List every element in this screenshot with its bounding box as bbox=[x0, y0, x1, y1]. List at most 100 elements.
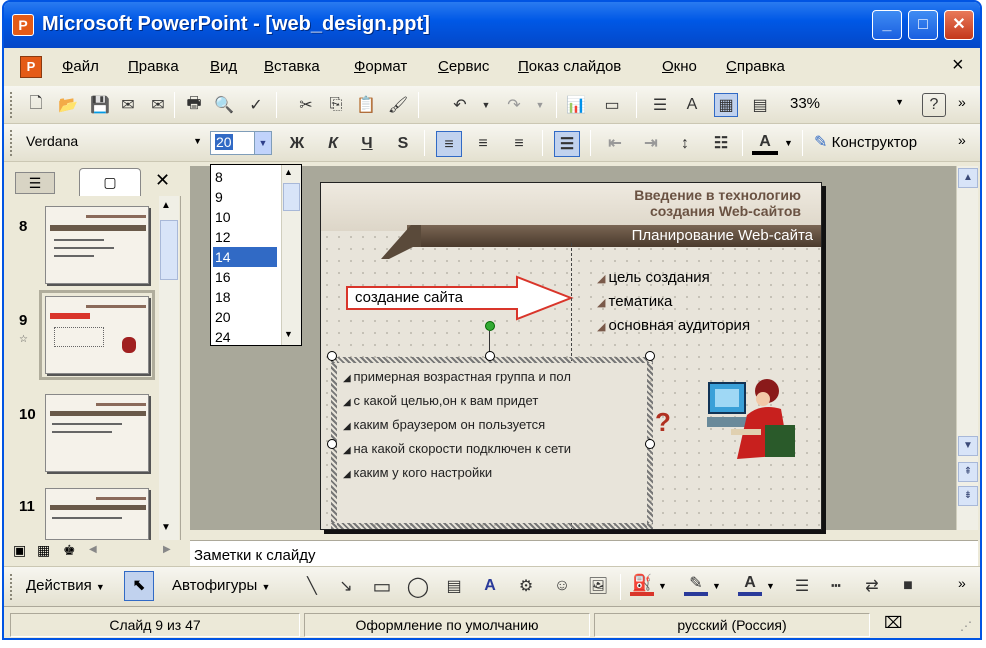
diagram-icon[interactable]: ⚙ bbox=[514, 574, 538, 598]
spelling-icon[interactable]: ✓ bbox=[244, 93, 268, 117]
arrow-tool-icon[interactable]: ↘ bbox=[334, 574, 358, 598]
scroll-up-icon[interactable]: ▲ bbox=[284, 167, 293, 177]
toolbar-grip[interactable] bbox=[10, 92, 14, 118]
menu-slideshow[interactable]: Показ слайдов bbox=[518, 58, 621, 75]
expand-all-icon[interactable]: ☰ bbox=[648, 93, 672, 117]
undo-dropdown-icon[interactable]: ▼ bbox=[474, 93, 498, 117]
actions-menu[interactable]: Действия ▼ bbox=[26, 577, 105, 594]
scroll-right-icon[interactable]: ▶ bbox=[163, 544, 171, 555]
line-style-icon[interactable]: ☰ bbox=[790, 574, 814, 598]
redo-icon[interactable]: ↷ bbox=[502, 93, 526, 117]
font-size-option[interactable]: 20 bbox=[213, 307, 277, 327]
menu-tools[interactable]: Сервис bbox=[438, 58, 489, 75]
scroll-up-icon[interactable]: ▲ bbox=[161, 200, 171, 211]
slides-tab[interactable]: ▢ bbox=[79, 168, 141, 196]
font-color-dropdown-icon[interactable]: ▼ bbox=[784, 138, 793, 148]
align-right-button[interactable]: ≡ bbox=[506, 131, 532, 157]
dropdown-scrollbar[interactable]: ▲ ▼ bbox=[281, 165, 301, 345]
open-folder-icon[interactable]: 📂 bbox=[56, 93, 80, 117]
font-size-option[interactable]: 12 bbox=[213, 227, 277, 247]
outline-tab[interactable]: ☰ bbox=[15, 172, 55, 194]
designer-button[interactable]: ✎ Конструктор bbox=[814, 132, 917, 156]
save-icon[interactable]: 💾 bbox=[88, 93, 112, 117]
next-slide-button[interactable]: ⇟ bbox=[958, 486, 978, 506]
scroll-down-icon[interactable]: ▼ bbox=[284, 329, 293, 339]
paste-icon[interactable]: 📋 bbox=[354, 93, 378, 117]
help-icon[interactable]: ? bbox=[922, 93, 946, 117]
rectangle-tool-icon[interactable]: ▭ bbox=[370, 574, 394, 598]
font-size-combo[interactable]: 20 ▼ bbox=[210, 131, 272, 155]
scroll-thumb[interactable] bbox=[160, 220, 178, 280]
toolbar-options-icon[interactable]: » bbox=[958, 575, 966, 591]
font-size-option[interactable]: 18 bbox=[213, 287, 277, 307]
align-left-button[interactable]: ≡ bbox=[436, 131, 462, 157]
shadow-button[interactable]: S bbox=[390, 131, 416, 157]
clipart-icon[interactable]: ☺ bbox=[550, 574, 574, 598]
font-name-combo[interactable]: Verdana ▼ bbox=[22, 131, 206, 155]
print-icon[interactable]: 🖶 bbox=[182, 93, 206, 117]
menu-insert[interactable]: Вставка bbox=[264, 58, 320, 75]
copy-icon[interactable]: ⎘ bbox=[324, 93, 348, 117]
increase-indent-icon[interactable]: ⇥ bbox=[638, 131, 664, 157]
cut-icon[interactable]: ✂ bbox=[294, 93, 318, 117]
slide-canvas[interactable]: Введение в технологию создания Web-сайто… bbox=[320, 182, 822, 530]
bullets-button[interactable]: ☰ bbox=[554, 131, 580, 157]
undo-icon[interactable]: ↶ bbox=[448, 93, 472, 117]
slideshow-icon[interactable]: ♚ bbox=[63, 542, 76, 559]
font-size-dropdown[interactable]: 8 9 10 12 14 16 18 20 24 ▲ ▼ bbox=[210, 164, 302, 346]
status-design-template[interactable]: Оформление по умолчанию bbox=[304, 613, 590, 637]
maximize-button[interactable]: □ bbox=[908, 10, 938, 40]
textbox-tool-icon[interactable]: ▤ bbox=[442, 574, 466, 598]
font-size-option[interactable]: 16 bbox=[213, 267, 277, 287]
align-center-button[interactable]: ≡ bbox=[470, 131, 496, 157]
wordart-icon[interactable]: A bbox=[478, 574, 502, 598]
arrow-style-icon[interactable]: ⇄ bbox=[860, 574, 884, 598]
font-size-option[interactable]: 10 bbox=[213, 207, 277, 227]
autoshapes-menu[interactable]: Автофигуры ▼ bbox=[172, 577, 270, 594]
scroll-thumb[interactable] bbox=[283, 183, 300, 211]
scroll-left-icon[interactable]: ◀ bbox=[89, 544, 97, 555]
close-panel-icon[interactable]: ✕ bbox=[155, 170, 170, 191]
slide-thumbnail-9[interactable] bbox=[39, 290, 155, 380]
resize-grip-icon[interactable]: ⋰ bbox=[960, 619, 972, 633]
minimize-button[interactable]: _ bbox=[872, 10, 902, 40]
workarea-scrollbar[interactable]: ▲ ▼ ⇞ ⇟ bbox=[956, 166, 978, 530]
underline-button[interactable]: Ч bbox=[354, 131, 380, 157]
italic-button[interactable]: К bbox=[320, 131, 346, 157]
insert-chart-icon[interactable]: 📊 bbox=[564, 93, 588, 117]
decrease-indent-icon[interactable]: ⇤ bbox=[602, 131, 628, 157]
slide-thumbnail-10[interactable] bbox=[45, 394, 149, 472]
insert-picture-icon[interactable]: 🖼 bbox=[586, 574, 610, 598]
new-document-icon[interactable]: 🗋 bbox=[24, 93, 48, 117]
font-size-option[interactable]: 8 bbox=[213, 167, 277, 187]
toolbar-options-icon[interactable]: » bbox=[958, 132, 966, 148]
permission-icon[interactable]: ✉ bbox=[116, 93, 140, 117]
menu-format[interactable]: Формат bbox=[354, 58, 407, 75]
color-grayscale-icon[interactable]: ▤ bbox=[748, 93, 772, 117]
zoom-combo[interactable]: 33% ▼ bbox=[784, 95, 908, 117]
status-language[interactable]: русский (Россия) bbox=[594, 613, 870, 637]
text-color-dropdown-icon[interactable]: ▼ bbox=[766, 581, 775, 591]
resize-handle[interactable] bbox=[327, 439, 337, 449]
slide-sorter-icon[interactable]: ▦ bbox=[37, 542, 50, 559]
redo-dropdown-icon[interactable]: ▼ bbox=[528, 93, 552, 117]
user-at-computer-clipart[interactable] bbox=[701, 369, 801, 469]
line-color-icon[interactable]: ✎ bbox=[684, 574, 708, 596]
line-color-dropdown-icon[interactable]: ▼ bbox=[712, 581, 721, 591]
bold-button[interactable]: Ж bbox=[284, 131, 310, 157]
scroll-up-button[interactable]: ▲ bbox=[958, 168, 978, 188]
font-size-option[interactable]: 9 bbox=[213, 187, 277, 207]
font-size-dropdown-icon[interactable]: ▼ bbox=[254, 132, 271, 154]
menu-file[interactable]: Файл bbox=[62, 58, 99, 75]
fill-color-dropdown-icon[interactable]: ▼ bbox=[658, 581, 667, 591]
zoom-dropdown-icon[interactable]: ▼ bbox=[895, 97, 904, 107]
document-icon[interactable]: P bbox=[20, 56, 42, 78]
font-size-option-selected[interactable]: 14 bbox=[213, 247, 277, 267]
email-icon[interactable]: ✉ bbox=[146, 93, 170, 117]
notes-pane[interactable]: Заметки к слайду bbox=[190, 540, 978, 566]
font-dropdown-icon[interactable]: ▼ bbox=[193, 136, 202, 146]
format-painter-icon[interactable]: 🖌 bbox=[386, 93, 410, 117]
select-pointer-icon[interactable]: ⬉ bbox=[124, 571, 154, 601]
toolbar-grip[interactable] bbox=[10, 130, 14, 156]
scroll-down-icon[interactable]: ▼ bbox=[161, 522, 171, 533]
